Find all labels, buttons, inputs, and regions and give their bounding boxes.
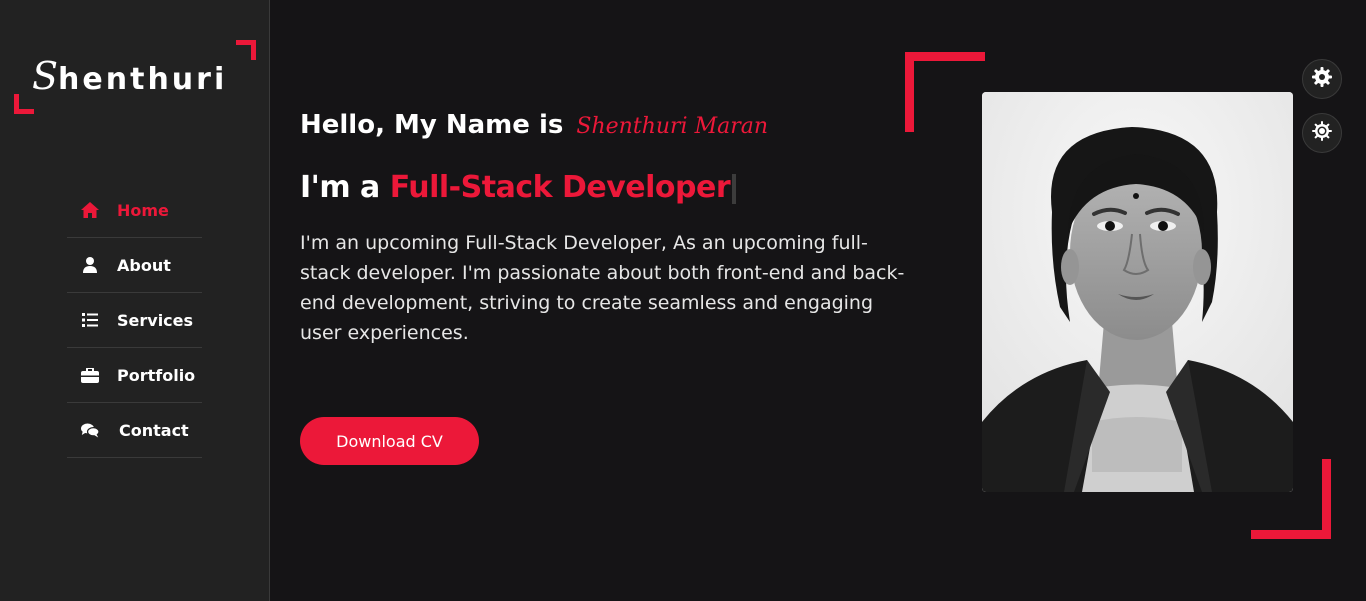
name: Shenthuri Maran (576, 114, 769, 139)
user-icon (81, 256, 99, 274)
download-cv-button[interactable]: Download CV (300, 417, 479, 465)
nav-item-contact[interactable]: Contact (67, 403, 202, 458)
nav-item-services[interactable]: Services (67, 293, 202, 348)
logo-rest: henthuri (58, 62, 228, 97)
nav-label-home: Home (117, 200, 169, 220)
greeting-prefix: Hello, My Name is (300, 110, 564, 140)
nav-label-services: Services (117, 310, 194, 330)
description: I'm an upcoming Full-Stack Developer, As… (300, 232, 905, 344)
nav-item-home[interactable]: Home (67, 183, 202, 238)
gear-icon (1312, 67, 1332, 91)
nav-label-contact: Contact (119, 420, 189, 440)
logo-initial: S (32, 54, 59, 98)
briefcase-icon (81, 366, 99, 384)
sidebar: Shenthuri Home About Services Portfolio (0, 0, 270, 601)
hero-section: Hello, My Name is Shenthuri Maran I'm a … (270, 0, 1366, 601)
role-title: Full-Stack Developer (389, 170, 731, 205)
home-icon (81, 201, 99, 219)
list-icon (81, 311, 99, 329)
logo-text: Shenthuri (32, 54, 227, 98)
role-prefix: I'm a (300, 170, 380, 205)
profile-photo (982, 92, 1293, 492)
nav-label-about: About (117, 255, 171, 275)
logo-corner-bottom-left (14, 94, 34, 114)
comments-icon (81, 421, 99, 439)
sun-icon (1312, 121, 1332, 145)
nav-label-portfolio: Portfolio (117, 365, 196, 385)
nav-item-portfolio[interactable]: Portfolio (67, 348, 202, 403)
typing-cursor (732, 173, 737, 204)
main-nav: Home About Services Portfolio Contact (67, 183, 202, 458)
theme-toggle-button[interactable] (1302, 113, 1342, 153)
role-heading: I'm a Full-Stack Developer (300, 170, 737, 205)
logo-corner-top-right (236, 40, 256, 60)
settings-button[interactable] (1302, 59, 1342, 99)
photo-corner-top-left (905, 52, 985, 132)
logo[interactable]: Shenthuri (14, 40, 256, 114)
greeting: Hello, My Name is Shenthuri Maran (300, 110, 768, 140)
nav-item-about[interactable]: About (67, 238, 202, 293)
